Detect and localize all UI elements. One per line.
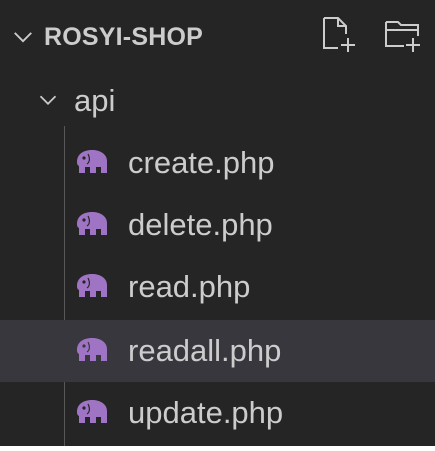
file-explorer: ROSYI-SHOP api create.php delete.php rea… [0, 0, 435, 446]
folder-row-api[interactable]: api [0, 70, 435, 132]
new-file-icon[interactable] [318, 14, 358, 54]
php-elephant-icon [77, 150, 107, 173]
php-elephant-icon [77, 274, 107, 297]
new-folder-icon[interactable] [382, 14, 422, 54]
project-title: ROSYI-SHOP [44, 23, 203, 51]
php-elephant-icon [77, 400, 107, 423]
file-row-readall[interactable]: readall.php [0, 320, 435, 382]
file-name: create.php [128, 145, 275, 180]
php-elephant-icon [77, 212, 107, 235]
php-elephant-icon [77, 338, 107, 361]
explorer-section-header[interactable]: ROSYI-SHOP [0, 0, 435, 74]
file-name: readall.php [128, 333, 282, 368]
file-row-update[interactable]: update.php [0, 382, 435, 444]
file-row-read[interactable]: read.php [0, 256, 435, 318]
chevron-down-icon[interactable] [12, 26, 34, 48]
file-name: read.php [128, 269, 251, 304]
file-row-delete[interactable]: delete.php [0, 194, 435, 256]
folder-name: api [74, 83, 116, 118]
file-name: update.php [128, 395, 284, 430]
file-row-create[interactable]: create.php [0, 132, 435, 194]
file-name: delete.php [128, 207, 273, 242]
chevron-down-icon [39, 95, 57, 105]
